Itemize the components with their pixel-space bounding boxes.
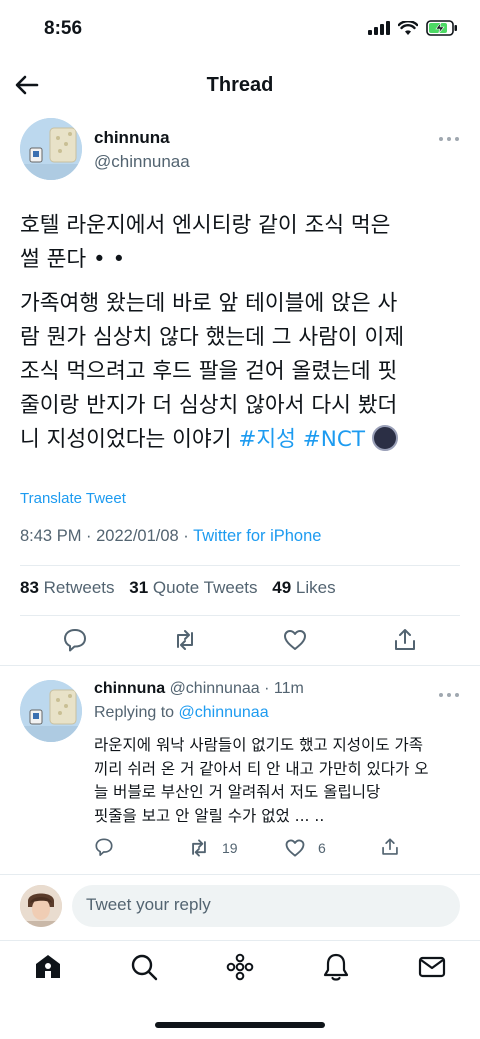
author-avatar[interactable] <box>20 118 82 180</box>
more-icon <box>439 137 459 141</box>
tweet-body-text: 니 지성이었다는 이야기 <box>20 427 232 452</box>
tab-messages[interactable] <box>417 952 447 982</box>
reply-reply-button[interactable] <box>94 837 114 857</box>
search-icon <box>131 954 158 981</box>
home-icon <box>36 955 60 978</box>
reply-icon <box>64 629 86 652</box>
tweet-body-line: 니 지성이었다는 이야기 #지성 #NCT <box>20 423 462 457</box>
tweet-body-line: 가족여행 왔는데 바로 앞 테이블에 앉은 사 <box>20 291 398 316</box>
share-icon <box>382 838 398 855</box>
divider <box>20 615 460 616</box>
divider <box>20 565 460 566</box>
hashtag-link[interactable]: #지성 <box>238 427 296 452</box>
my-avatar[interactable] <box>20 885 62 927</box>
like-button[interactable] <box>282 627 308 653</box>
reply-text-line: 끼리 쉬러 온 거 같아서 티 안 내고 가만히 있다가 오 <box>94 759 429 778</box>
divider <box>0 665 480 666</box>
share-button[interactable] <box>392 627 418 653</box>
page-title: Thread <box>206 74 274 96</box>
tweet-more-button[interactable] <box>438 128 460 147</box>
reply-like-button[interactable]: 6 <box>284 837 326 859</box>
author-name[interactable]: chinnuna <box>94 128 170 148</box>
tweet-source-link[interactable]: Twitter for iPhone <box>193 527 321 545</box>
reply-author-avatar[interactable] <box>20 680 82 742</box>
reply-share-button[interactable] <box>380 837 400 857</box>
hashtag-link[interactable]: #NCT <box>303 427 365 452</box>
reply-time: · 11m <box>264 680 304 697</box>
tweet-title: 호텔 라운지에서 엔시티랑 같이 조식 먹은 썰 푼다 • • <box>20 209 462 277</box>
reply-button[interactable] <box>62 627 88 653</box>
reply-author-name[interactable]: chinnuna <box>94 680 165 697</box>
replying-to-label: Replying to <box>94 704 175 721</box>
more-icon <box>439 693 459 697</box>
likes-stat[interactable]: 49 Likes <box>272 578 335 597</box>
reply-text: 라운지에 워낙 사람들이 없기도 했고 지성이도 가족 끼리 쉬러 온 거 같아… <box>94 734 466 828</box>
tab-spaces[interactable] <box>225 952 255 982</box>
tweet-title-line: 호텔 라운지에서 엔시티랑 같이 조식 먹은 <box>20 213 391 238</box>
reply-author-line: chinnuna @chinnunaa · 11m <box>94 680 304 698</box>
translate-tweet-link[interactable]: Translate Tweet <box>20 490 126 507</box>
tweet-body: 가족여행 왔는데 바로 앞 테이블에 앉은 사 람 뭔가 심상치 않다 했는데 … <box>20 287 462 457</box>
signal-icon <box>368 21 390 35</box>
home-indicator <box>155 1022 325 1028</box>
tweet-timestamp: 8:43 PM · 2022/01/08 · <box>20 527 194 545</box>
compose-bar: Tweet your reply <box>0 875 480 939</box>
like-icon <box>285 839 305 857</box>
spaces-icon <box>226 953 254 981</box>
tweet-meta: 8:43 PM · 2022/01/08 · Twitter for iPhon… <box>20 527 321 546</box>
reply-retweet-count: 19 <box>222 840 238 856</box>
status-bar: 8:56 <box>0 0 480 60</box>
author-handle[interactable]: @chinnunaa <box>94 152 190 172</box>
notifications-icon <box>323 953 349 981</box>
reply-like-count: 6 <box>318 840 326 856</box>
status-time: 8:56 <box>44 18 83 39</box>
replying-to-handle[interactable]: @chinnunaa <box>179 704 269 721</box>
battery-charging-icon <box>426 20 457 36</box>
reply-text-line: 늘 버블로 부산인 거 알려줘서 저도 올립니당 <box>94 783 381 801</box>
like-icon <box>284 630 306 650</box>
messages-icon <box>418 956 446 978</box>
nct-hashflag-icon <box>371 425 398 451</box>
tweet-stats: 83 Retweets 31 Quote Tweets 49 Likes <box>20 578 346 598</box>
retweet-icon <box>177 630 193 650</box>
reply-text-line: 핏줄을 보고 안 알릴 수가 없었 ... .. <box>94 806 325 825</box>
quote-tweets-stat[interactable]: 31 Quote Tweets <box>129 578 257 597</box>
retweet-button[interactable] <box>172 627 198 653</box>
status-icons <box>368 20 458 36</box>
reply-retweet-button[interactable]: 19 <box>188 837 238 859</box>
share-icon <box>395 629 415 650</box>
tab-notifications[interactable] <box>321 952 351 982</box>
tab-search[interactable] <box>129 952 159 982</box>
reply-icon <box>95 838 113 856</box>
tweet-body-line: 조식 먹으려고 후드 팔을 걷어 올렸는데 핏 <box>20 359 398 384</box>
retweets-stat[interactable]: 83 Retweets <box>20 578 115 597</box>
replying-to: Replying to @chinnunaa <box>94 704 269 722</box>
tweet-body-line: 람 뭔가 심상치 않다 했는데 그 사람이 이제 <box>20 325 405 350</box>
wifi-icon <box>398 20 418 35</box>
avatar-image <box>20 118 82 180</box>
reply-compose-input[interactable]: Tweet your reply <box>72 885 460 927</box>
retweet-icon <box>192 839 206 857</box>
reply-text-line: 라운지에 워낙 사람들이 없기도 했고 지성이도 가족 <box>94 736 424 754</box>
reply-more-button[interactable] <box>438 684 460 703</box>
avatar-image <box>20 885 62 927</box>
tweet-body-line: 줄이랑 반지가 더 심상치 않아서 다시 봤더 <box>20 393 398 418</box>
tab-bar <box>0 940 480 1000</box>
header: Thread <box>0 60 480 112</box>
tweet-title-line: 썰 푼다 • • <box>20 247 126 272</box>
avatar-image <box>20 680 82 742</box>
tab-home[interactable] <box>33 952 63 982</box>
reply-author-handle[interactable]: @chinnunaa <box>170 680 260 697</box>
